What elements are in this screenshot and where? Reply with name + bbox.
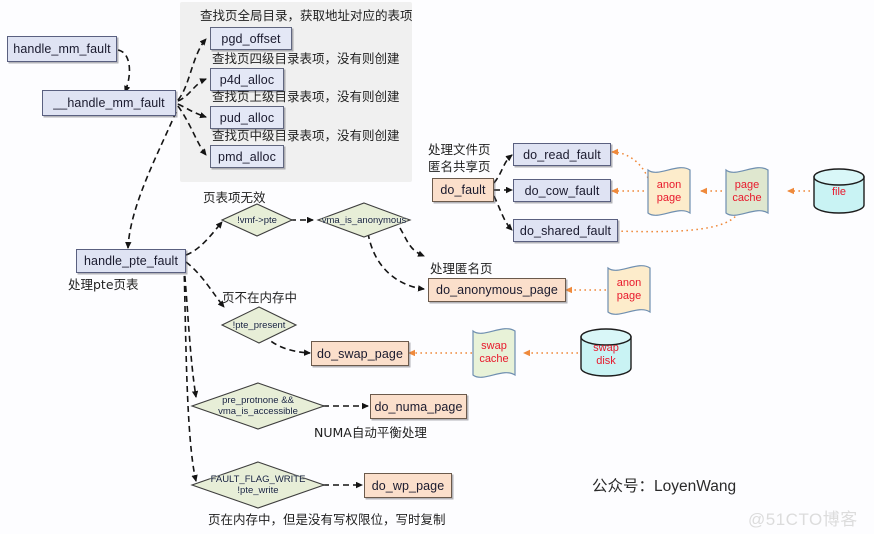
node-do-anonymous-page[interactable]: do_anonymous_page xyxy=(428,278,566,302)
annotation-numa-note: NUMA自动平衡处理 xyxy=(314,425,427,440)
decision-pte-present-label: !pte_present xyxy=(232,319,286,331)
node-pud-alloc[interactable]: pud_alloc xyxy=(210,106,284,129)
decision-numa-label-line1: pre_protnone && xyxy=(222,395,294,406)
decision-pte-present[interactable]: !pte_present xyxy=(222,307,296,343)
watermark: @51CTO博客 xyxy=(748,510,858,529)
node-handle-pte-fault-label: handle_pte_fault xyxy=(83,254,179,268)
annotation-do-fault-note-line2: 匿名共享页 xyxy=(428,159,491,174)
store-swap-disk: swap disk xyxy=(581,334,631,376)
store-anon-page-top-line1: anon xyxy=(656,179,682,191)
node-do-read-fault-label: do_read_fault xyxy=(523,147,601,162)
node-p4d-alloc[interactable]: p4d_alloc xyxy=(210,68,284,91)
annotation-handle-pte-note: 处理pte页表 xyxy=(68,277,139,292)
node-pmd-alloc[interactable]: pmd_alloc xyxy=(210,145,284,168)
annotation-do-anon-note: 处理匿名页 xyxy=(430,261,493,276)
store-anon-page-bottom-line2: page xyxy=(616,290,642,302)
node-pud-alloc-label: pud_alloc xyxy=(219,110,275,125)
store-anon-page-bottom: anon page xyxy=(608,268,650,312)
node-do-read-fault[interactable]: do_read_fault xyxy=(513,143,611,166)
node-do-wp-page[interactable]: do_wp_page xyxy=(364,473,452,498)
store-anon-page-bottom-line1: anon xyxy=(616,277,642,289)
node-p4d-alloc-label: p4d_alloc xyxy=(219,72,275,87)
node-handle-mm-fault-label: handle_mm_fault xyxy=(13,42,111,56)
store-file-label: file xyxy=(831,185,847,198)
store-page-cache-line1: page xyxy=(734,179,760,191)
store-file: file xyxy=(814,172,864,212)
decision-vma-is-anonymous[interactable]: vma_is_anonymous xyxy=(318,203,410,237)
node-do-swap-page[interactable]: do_swap_page xyxy=(311,341,409,366)
node-do-cow-fault[interactable]: do_cow_fault xyxy=(513,179,611,202)
decision-write-protect-label-line1: FAULT_FLAG_WRITE xyxy=(210,474,306,485)
node-handle-mm-fault[interactable]: handle_mm_fault xyxy=(7,36,117,62)
node-pgd-offset-label: pgd_offset xyxy=(221,31,281,46)
annotation-pgd-note: 查找页全局目录，获取地址对应的表项 xyxy=(200,8,413,23)
node-do-wp-page-label: do_wp_page xyxy=(371,478,445,493)
store-swap-cache-line2: cache xyxy=(479,353,509,365)
store-swap-cache-line1: swap xyxy=(481,340,507,352)
decision-vma-is-anonymous-label: vma_is_anonymous xyxy=(321,214,407,226)
node-pgd-offset[interactable]: pgd_offset xyxy=(210,27,292,50)
decision-numa-label-line2: vma_is_accessible xyxy=(218,406,298,417)
decision-vmf-pte-label: !vmf->pte xyxy=(237,214,277,226)
node-do-swap-page-label: do_swap_page xyxy=(317,346,403,361)
store-swap-disk-line2: disk xyxy=(596,355,616,367)
decision-write-protect-label-line2: !pte_write xyxy=(237,485,279,496)
annotation-wp-note: 页在内存中，但是没有写权限位，写时复制 xyxy=(208,512,446,527)
node-do-fault[interactable]: do_fault xyxy=(432,178,494,202)
node-do-numa-page-label: do_numa_page xyxy=(374,399,463,414)
node-do-cow-fault-label: do_cow_fault xyxy=(524,183,600,198)
node-do-shared-fault[interactable]: do_shared_fault xyxy=(513,219,618,242)
annotation-not-in-memory: 页不在内存中 xyxy=(222,290,298,305)
annotation-pte-invalid: 页表项无效 xyxy=(203,190,266,205)
store-page-cache: page cache xyxy=(726,170,768,214)
annotation-pmd-note: 查找页中级目录表项，没有则创建 xyxy=(212,128,400,143)
node-handle-pte-fault[interactable]: handle_pte_fault xyxy=(76,249,186,273)
node-__handle-mm-fault-label: __handle_mm_fault xyxy=(53,96,165,110)
flowchart-canvas: !vmf->pte vma_is_anonymous !pte_present … xyxy=(0,0,874,534)
node-pmd-alloc-label: pmd_alloc xyxy=(218,149,276,164)
decision-write-protect[interactable]: FAULT_FLAG_WRITE !pte_write xyxy=(192,462,324,508)
store-anon-page-top: anon page xyxy=(648,170,690,214)
annotation-pud-note: 查找页上级目录表项，没有则创建 xyxy=(212,89,400,104)
store-swap-cache: swap cache xyxy=(473,331,515,375)
decision-vmf-pte[interactable]: !vmf->pte xyxy=(222,204,292,236)
node-do-numa-page[interactable]: do_numa_page xyxy=(370,394,467,419)
store-page-cache-line2: cache xyxy=(732,192,762,204)
store-anon-page-top-line2: page xyxy=(656,192,682,204)
decision-numa[interactable]: pre_protnone && vma_is_accessible xyxy=(192,383,324,429)
node-__handle-mm-fault[interactable]: __handle_mm_fault xyxy=(42,90,176,116)
annotation-do-fault-note-line1: 处理文件页 xyxy=(428,142,491,157)
annotation-p4d-note: 查找页四级目录表项，没有则创建 xyxy=(212,51,400,66)
store-swap-disk-line1: swap xyxy=(593,342,619,354)
node-do-anonymous-page-label: do_anonymous_page xyxy=(436,283,558,297)
node-do-fault-label: do_fault xyxy=(440,183,486,197)
brand-label: 公众号：LoyenWang xyxy=(592,478,737,495)
node-do-shared-fault-label: do_shared_fault xyxy=(519,223,612,238)
